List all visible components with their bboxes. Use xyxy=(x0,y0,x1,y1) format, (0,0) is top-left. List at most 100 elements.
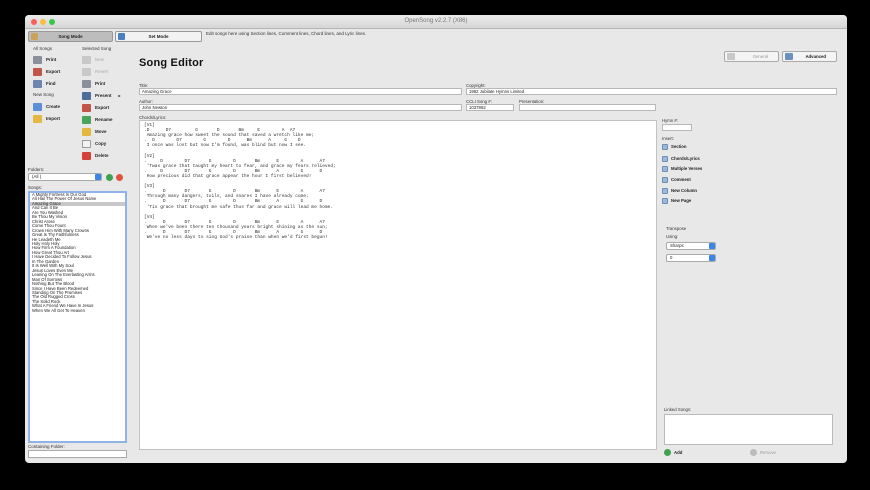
create-button[interactable]: Create xyxy=(33,101,60,112)
find-button[interactable]: Find xyxy=(33,78,56,89)
containing-folder-field[interactable] xyxy=(28,450,127,458)
insert-multiple-verses-button[interactable]: Multiple Verses xyxy=(662,164,702,173)
print-all-button[interactable]: Print xyxy=(33,54,56,65)
find-label: Find xyxy=(46,81,56,86)
all-songs-label: All Songs xyxy=(33,46,53,51)
remove-label: Remove xyxy=(760,450,777,455)
linked-songs-list[interactable] xyxy=(664,414,833,445)
new-page-icon xyxy=(662,197,668,204)
delete-label: Delete xyxy=(95,153,109,158)
copy-icon xyxy=(82,139,91,148)
printer-icon xyxy=(82,79,91,88)
export-song-button[interactable]: Export xyxy=(82,102,109,113)
songs-label: Songs: xyxy=(28,185,43,190)
new-label: New xyxy=(95,57,105,62)
export-icon xyxy=(82,103,91,112)
add-icon xyxy=(664,449,671,456)
general-icon xyxy=(727,53,735,60)
song-mode-label: Song Mode xyxy=(58,34,83,39)
copy-label: Copy xyxy=(95,141,107,146)
song-editor-panel: Song Editor General Advanced Title: Amaz… xyxy=(133,45,847,463)
title-field[interactable]: Amazing Grace xyxy=(139,88,462,95)
new-icon xyxy=(82,55,91,64)
move-button[interactable]: Move xyxy=(82,126,107,137)
new-column-icon xyxy=(662,187,668,194)
insert-new-column-button[interactable]: New Column xyxy=(662,186,697,195)
hymn-label: Hymn #: xyxy=(662,118,678,123)
linked-songs-label: Linked Songs: xyxy=(664,407,692,412)
create-icon xyxy=(33,102,42,111)
set-mode-icon xyxy=(118,33,125,40)
rename-label: Rename xyxy=(95,117,113,122)
window-title: OpenSong v2.2.7 (X86) xyxy=(404,18,468,24)
advanced-button[interactable]: Advanced xyxy=(782,51,837,62)
revert-label: Revert xyxy=(95,69,109,74)
list-item[interactable]: When We All Get To Heaven xyxy=(30,308,125,313)
refresh-icon[interactable] xyxy=(106,174,113,181)
insert-section-button[interactable]: Section xyxy=(662,142,687,151)
rename-button[interactable]: Rename xyxy=(82,114,113,125)
comment-icon xyxy=(662,176,668,183)
new-song-button[interactable]: New xyxy=(82,54,104,65)
using-select[interactable]: Sharps xyxy=(666,242,716,250)
move-icon xyxy=(82,127,91,136)
general-label: General xyxy=(752,54,768,59)
mode-bar: Song Mode Set Mode Edit songs here using… xyxy=(25,29,847,44)
song-mode-icon xyxy=(31,33,38,40)
transpose-label: Transpose xyxy=(666,226,687,231)
move-label: Move xyxy=(95,129,107,134)
advanced-label: Advanced xyxy=(805,54,826,59)
author-field[interactable]: John Newton xyxy=(139,104,462,111)
copyright-field[interactable]: 1982 Jubilate Hymns Limited xyxy=(466,88,837,95)
remove-linked-button[interactable]: Remove xyxy=(750,449,776,456)
rename-icon xyxy=(82,115,91,124)
delete-button[interactable]: Delete xyxy=(82,150,109,161)
title-bar: OpenSong v2.2.7 (X86) xyxy=(25,15,847,29)
print-song-button[interactable]: Print xyxy=(82,78,105,89)
submenu-arrow-icon: ▸ xyxy=(118,93,121,98)
using-label: Using: xyxy=(666,234,679,239)
insert-chords-lyrics-button[interactable]: Chords/Lyrics xyxy=(662,154,700,163)
set-mode-button[interactable]: Set Mode xyxy=(115,31,202,42)
import-button[interactable]: Import xyxy=(33,113,60,124)
print-song-label: Print xyxy=(95,81,106,86)
import-label: Import xyxy=(46,116,60,121)
folder-value: (All ) xyxy=(32,174,42,179)
print-all-label: Print xyxy=(46,57,57,62)
dropdown-arrow-icon xyxy=(95,174,101,180)
lyrics-editor[interactable]: [V1] .D D7 G D Bm E A A7 Amazing grace h… xyxy=(139,120,657,450)
chords-lyrics-icon xyxy=(662,155,668,162)
insert-new-page-button[interactable]: New Page xyxy=(662,196,691,205)
insert-comment-button[interactable]: Comment xyxy=(662,175,691,184)
copy-button[interactable]: Copy xyxy=(82,138,106,149)
folder-settings-icon[interactable] xyxy=(116,174,123,181)
insert-comment-label: Comment xyxy=(671,177,691,182)
export-all-button[interactable]: Export xyxy=(33,66,60,77)
song-mode-button[interactable]: Song Mode xyxy=(28,31,113,42)
export-song-label: Export xyxy=(95,105,110,110)
folder-select[interactable]: (All ) xyxy=(28,173,102,181)
find-icon xyxy=(33,79,42,88)
insert-multiple-verses-label: Multiple Verses xyxy=(671,166,703,171)
insert-section-label: Section xyxy=(671,144,687,149)
mode-hint: Edit songs here using Section lines, Com… xyxy=(206,31,367,36)
delete-icon xyxy=(82,151,91,160)
general-button[interactable]: General xyxy=(724,51,779,62)
ccli-field[interactable]: 1037882 xyxy=(466,104,514,111)
revert-icon xyxy=(82,67,91,76)
add-linked-button[interactable]: Add xyxy=(664,449,682,456)
transpose-select[interactable]: 0 xyxy=(666,254,716,262)
using-value: Sharps xyxy=(670,243,684,248)
hymn-field[interactable] xyxy=(662,124,692,131)
insert-new-column-label: New Column xyxy=(671,188,698,193)
selected-song-label: Selected Song xyxy=(82,46,112,51)
dropdown-arrow-icon xyxy=(709,255,715,261)
song-list[interactable]: A Mighty Fortress Is Our God All Hail The… xyxy=(28,191,127,443)
present-label: Present xyxy=(95,93,112,98)
present-button[interactable]: Present ▸ xyxy=(82,90,121,101)
left-panel: All Songs Selected Song Print Export Fin… xyxy=(28,45,129,460)
presentation-field[interactable] xyxy=(519,104,656,111)
revert-button[interactable]: Revert xyxy=(82,66,108,77)
new-song-label: New Song xyxy=(33,92,54,97)
insert-new-page-label: New Page xyxy=(671,198,692,203)
